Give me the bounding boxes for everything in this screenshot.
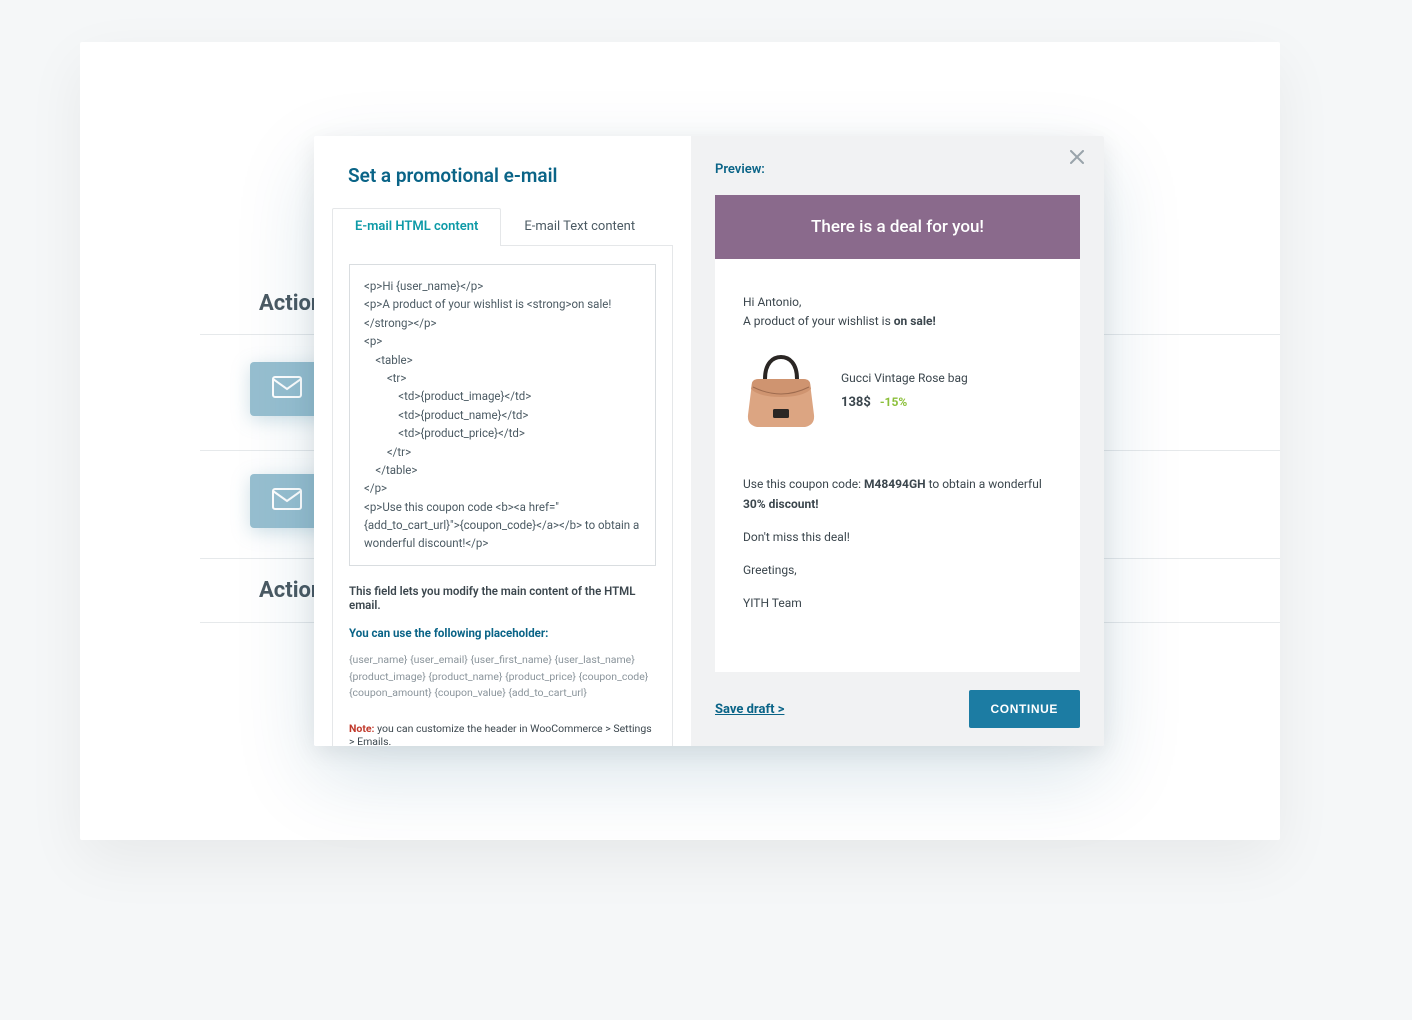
greeting-line-1: Hi Antonio, (743, 293, 1052, 312)
coupon-amount: 30% discount! (743, 497, 819, 511)
placeholder-list: {user_name} {user_email} {user_first_nam… (349, 652, 656, 702)
product-image (743, 351, 819, 431)
product-discount: -15% (880, 395, 907, 409)
envelope-icon (272, 488, 302, 514)
envelope-icon (272, 376, 302, 402)
note-body: you can customize the header in WooComme… (349, 722, 652, 746)
html-content-textarea[interactable]: <p>Hi {user_name}</p> <p>A product of yo… (349, 264, 656, 566)
modal-footer: Save draft > CONTINUE (715, 672, 1080, 728)
tab-html-content[interactable]: E-mail HTML content (332, 208, 501, 246)
modal-right-pane: Preview: There is a deal for you! Hi Ant… (691, 136, 1104, 746)
placeholder-heading: You can use the following placeholder: (349, 626, 656, 640)
coupon-code: M48494GH (864, 477, 926, 491)
product-info: Gucci Vintage Rose bag 138$ -15% (841, 369, 968, 413)
preview-product-row: Gucci Vintage Rose bag 138$ -15% (743, 351, 1052, 431)
greeting-line-2: A product of your wishlist is on sale! (743, 312, 1052, 331)
tab-panel: <p>Hi {user_name}</p> <p>A product of yo… (332, 246, 673, 746)
product-price: 138$ (841, 395, 871, 410)
save-draft-link[interactable]: Save draft > (715, 702, 784, 717)
note-label: Note: (349, 722, 375, 735)
product-name: Gucci Vintage Rose bag (841, 369, 968, 388)
preview-team: YITH Team (743, 594, 1052, 613)
coupon-text: Use this coupon code: M48494GH to obtain… (743, 475, 1052, 513)
note-text: Note: you can customize the header in Wo… (349, 722, 656, 746)
promo-email-modal: Set a promotional e-mail E-mail HTML con… (314, 136, 1104, 746)
preview-greetings: Greetings, (743, 561, 1052, 580)
modal-left-pane: Set a promotional e-mail E-mail HTML con… (314, 136, 691, 746)
tab-strip: E-mail HTML content E-mail Text content (332, 207, 673, 246)
modal-title: Set a promotional e-mail (332, 164, 673, 187)
preview-header: There is a deal for you! (715, 195, 1080, 259)
preview-body: Hi Antonio, A product of your wishlist i… (715, 259, 1080, 637)
close-icon[interactable] (1066, 146, 1088, 171)
preview-dontmiss: Don't miss this deal! (743, 528, 1052, 547)
preview-label: Preview: (715, 162, 1080, 177)
continue-button[interactable]: CONTINUE (969, 690, 1080, 728)
product-price-line: 138$ -15% (841, 393, 968, 414)
tab-text-content[interactable]: E-mail Text content (501, 208, 658, 246)
preview-greeting: Hi Antonio, A product of your wishlist i… (743, 293, 1052, 331)
email-preview-card: There is a deal for you! Hi Antonio, A p… (715, 195, 1080, 672)
helper-text: This field lets you modify the main cont… (349, 584, 656, 612)
